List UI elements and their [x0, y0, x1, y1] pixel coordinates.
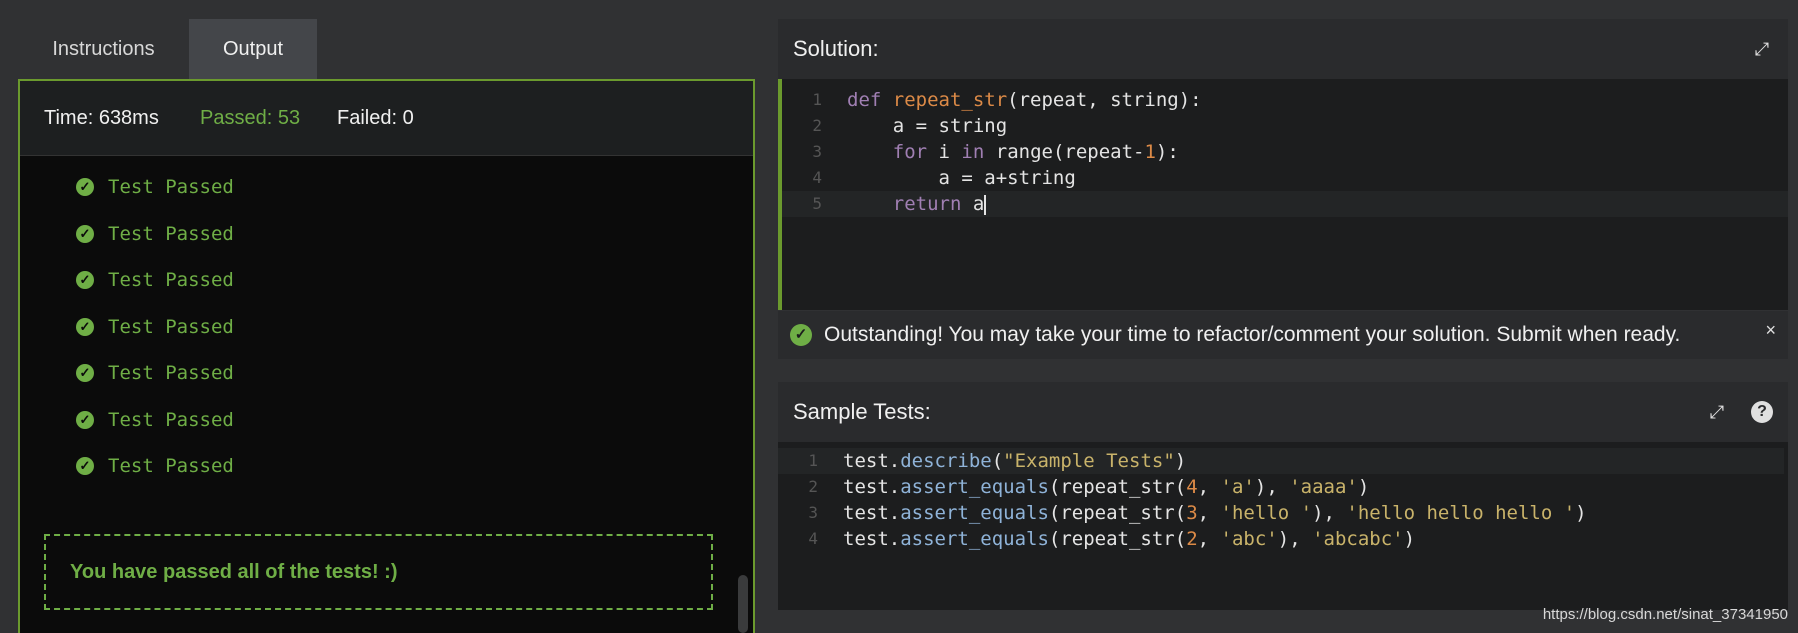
test-result-label: Test Passed [108, 222, 234, 245]
test-result-label: Test Passed [108, 269, 234, 291]
line-number: 3 [812, 142, 822, 161]
test-result-item: ✓ Test Passed [76, 266, 376, 296]
watermark: https://blog.csdn.net/sinat_37341950 [1542, 606, 1788, 623]
all-passed-box: You have passed all of the tests! :) [44, 534, 713, 610]
line-number: 3 [808, 503, 818, 522]
test-result-item: ✓ Test Passed [76, 359, 376, 389]
failed-stat: Failed: 0 [337, 107, 414, 129]
test-result-item: ✓ Test Passed [76, 406, 376, 436]
output-pane: Instructions Output Time: 638ms Passed: … [18, 19, 755, 633]
code-line[interactable]: 3 for i in range(repeat-1): [782, 139, 1788, 165]
code-text[interactable]: a = string [847, 113, 1007, 139]
sample-tests-title: Sample Tests: [793, 399, 931, 424]
test-result-label: Test Passed [108, 455, 234, 477]
test-result-label: Test Passed [108, 408, 234, 431]
code-line[interactable]: 2 test.assert_equals(repeat_str(4, 'a'), … [778, 474, 1784, 500]
line-number: 4 [808, 529, 818, 548]
solution-editor[interactable]: 1 def repeat_str(repeat, string): 2 a = st… [778, 79, 1788, 310]
check-circle-icon: ✓ [76, 410, 94, 429]
success-notice: ✓ Outstanding! You may take your time to… [778, 311, 1788, 359]
test-stats-bar: Time: 638ms Passed: 53 Failed: 0 [20, 81, 753, 156]
tab-bar: Instructions Output [18, 19, 755, 79]
tab-instructions[interactable]: Instructions [18, 19, 189, 79]
line-number: 1 [808, 451, 818, 470]
check-circle-icon: ✓ [76, 317, 94, 336]
test-result-label: Test Passed [108, 362, 234, 384]
notice-message: Outstanding! You may take your time to r… [824, 323, 1681, 346]
passed-stat: Passed: 53 [200, 107, 301, 129]
line-number: 2 [808, 477, 818, 496]
check-circle-icon: ✓ [76, 178, 94, 196]
test-result-label: Test Passed [108, 315, 234, 338]
code-text[interactable]: def repeat_str(repeat, string): [847, 87, 1202, 113]
code-line[interactable]: 1 def repeat_str(repeat, string): [782, 87, 1788, 113]
line-number: 2 [812, 116, 822, 135]
test-result-item: ✓ Test Passed [76, 313, 376, 343]
test-result-item: ✓ Test Passed [76, 452, 376, 482]
line-number: 5 [812, 194, 822, 213]
check-circle-icon: ✓ [76, 224, 94, 243]
code-text[interactable]: test.assert_equals(repeat_str(2, 'abc'),… [843, 526, 1415, 552]
output-panel: Time: 638ms Passed: 53 Failed: 0 ✓ Test P… [18, 79, 755, 633]
output-scrollbar[interactable] [738, 575, 748, 633]
all-passed-message: You have passed all of the tests! :) [70, 561, 398, 583]
code-text[interactable]: a = a+string [847, 165, 1076, 191]
expand-icon[interactable]: ⤢ [1706, 401, 1728, 423]
time-stat: Time: 638ms [44, 107, 159, 129]
check-circle-icon: ✓ [76, 271, 94, 289]
solution-header: Solution: ⤢ [778, 19, 1788, 79]
test-result-item: ✓ Test Passed [76, 173, 376, 203]
code-text[interactable]: test.assert_equals(repeat_str(4, 'a'), '… [843, 474, 1369, 500]
code-line[interactable]: 4 test.assert_equals(repeat_str(2, 'abc')… [778, 526, 1784, 552]
code-line[interactable]: 5 return a [782, 191, 1788, 217]
check-circle-icon: ✓ [76, 457, 94, 475]
test-result-item: ✓ Test Passed [76, 220, 376, 250]
line-number: 1 [812, 90, 822, 109]
code-line[interactable]: 2 a = string [782, 113, 1788, 139]
line-number: 4 [812, 168, 822, 187]
code-line[interactable]: 1 test.describe("Example Tests") [778, 448, 1784, 474]
text-cursor [984, 194, 987, 215]
expand-icon[interactable]: ⤢ [1751, 38, 1773, 60]
help-icon[interactable]: ? [1751, 401, 1773, 423]
check-circle-icon: ✓ [790, 324, 812, 346]
code-text[interactable]: for i in range(repeat-1): [847, 139, 1179, 165]
code-line[interactable]: 3 test.assert_equals(repeat_str(3, 'hello… [778, 500, 1784, 526]
code-text[interactable]: return a [847, 191, 987, 217]
code-text[interactable]: test.describe("Example Tests") [843, 448, 1186, 474]
code-line[interactable]: 4 a = a+string [782, 165, 1788, 191]
sample-tests-header: Sample Tests: ⤢ ? [778, 382, 1788, 442]
test-result-label: Test Passed [108, 176, 234, 198]
code-text[interactable]: test.assert_equals(repeat_str(3, 'hello … [843, 500, 1587, 526]
tab-output[interactable]: Output [189, 19, 317, 79]
solution-title: Solution: [793, 36, 879, 61]
sample-tests-editor[interactable]: 1 test.describe("Example Tests") 2 test.ass… [778, 442, 1788, 610]
check-circle-icon: ✓ [76, 364, 94, 382]
close-icon[interactable]: × [1765, 311, 1776, 349]
